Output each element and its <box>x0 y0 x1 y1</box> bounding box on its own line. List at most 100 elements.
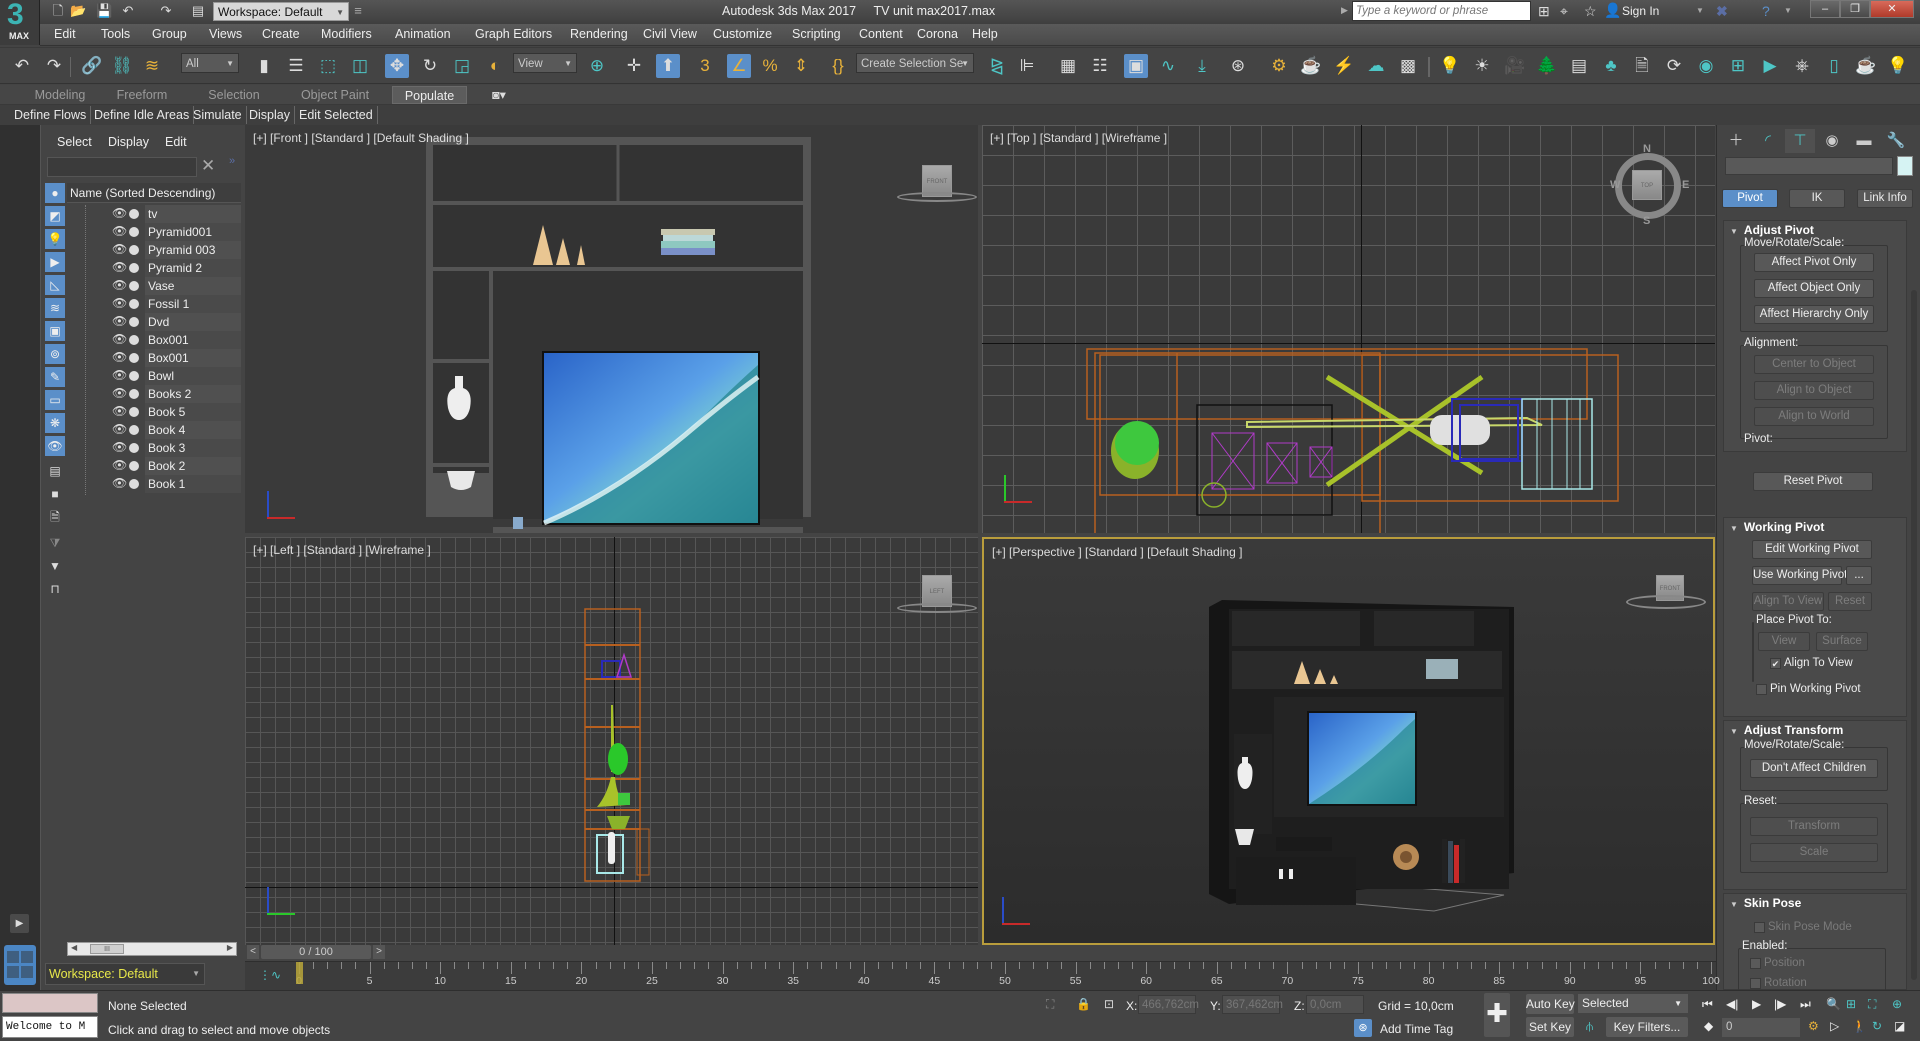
menu-civil-view[interactable]: Civil View <box>643 27 697 41</box>
render-setup-icon[interactable]: ⚙ <box>1267 54 1291 78</box>
zoom-icon[interactable]: 🔍 <box>1826 997 1841 1011</box>
define-idle-areas-button[interactable]: Define Idle Areas <box>90 106 195 124</box>
list-item[interactable]: 👁 Bowl <box>67 367 241 385</box>
list-item[interactable]: 👁 Books 2 <box>67 385 241 403</box>
previous-frame-button[interactable]: < <box>247 945 259 959</box>
tree-icon[interactable]: ♣ <box>1599 54 1623 78</box>
display-cameras-icon[interactable]: ▶ <box>45 252 65 272</box>
display-button[interactable]: Display <box>245 106 295 124</box>
workspace-dropdown[interactable]: Workspace: Default ▼ <box>213 2 349 21</box>
freeze-icon[interactable] <box>129 371 139 381</box>
z-coordinate-field[interactable]: 0,0cm <box>1306 995 1364 1014</box>
list-item[interactable]: 👁 Book 2 <box>67 457 241 475</box>
frame-buffer-icon[interactable]: ⊞ <box>1726 54 1750 78</box>
render-production-icon[interactable]: ⚡ <box>1332 54 1356 78</box>
key-mode-dropdown[interactable]: Selected ▼ <box>1578 994 1688 1013</box>
time-configuration-icon[interactable]: ⚙ <box>1808 1019 1819 1033</box>
menu-corona[interactable]: Corona <box>917 27 958 41</box>
orbit-icon[interactable]: ↻ <box>1872 1019 1882 1033</box>
zoom-extents-all-icon[interactable]: ⊕ <box>1892 997 1902 1011</box>
menu-animation[interactable]: Animation <box>395 27 451 41</box>
undo-icon[interactable]: ↶ <box>10 54 34 78</box>
freeze-icon[interactable] <box>129 317 139 327</box>
tab-populate[interactable]: Populate <box>392 86 467 104</box>
object-name[interactable]: Book 1 <box>145 475 241 493</box>
mini-curve-editor-icon[interactable]: ⋮∿ <box>259 968 281 982</box>
bind-space-warp-icon[interactable]: ≋ <box>140 54 164 78</box>
ribbon-options-icon[interactable]: ◙▾ <box>484 86 514 104</box>
absolute-mode-icon[interactable]: ⊡ <box>1104 997 1114 1011</box>
default-tangent-icon[interactable]: ⫛ <box>1586 1019 1593 1034</box>
explorer-more-icon[interactable]: » <box>229 155 235 167</box>
snaps-toggle-icon[interactable]: 3 <box>693 54 717 78</box>
object-name[interactable]: Book 4 <box>145 421 241 439</box>
teapot-icon[interactable]: ☕ <box>1854 54 1878 78</box>
zoom-all-icon[interactable]: ⊞ <box>1846 997 1856 1011</box>
maxscript-listener-output[interactable] <box>2 993 98 1013</box>
maxscript-mini-listener[interactable]: Welcome to M <box>2 1016 98 1038</box>
explorer-menu-display[interactable]: Display <box>108 135 149 149</box>
material-editor-icon[interactable]: ⊛ <box>1226 54 1250 78</box>
eye-icon[interactable]: 👁 <box>112 224 127 238</box>
freeze-icon[interactable] <box>129 227 139 237</box>
list-item[interactable]: 👁 Fossil 1 <box>67 295 241 313</box>
eye-icon[interactable]: 👁 <box>112 350 127 364</box>
selection-lock-icon[interactable]: 🔒 <box>1076 997 1091 1011</box>
restore-button[interactable]: ❐ <box>1840 0 1870 18</box>
object-name[interactable]: Box001 <box>145 349 241 367</box>
layer-explorer-icon[interactable]: ▦ <box>1056 54 1080 78</box>
add-time-tag-button[interactable]: Add Time Tag <box>1380 1022 1453 1036</box>
previous-key-icon[interactable]: ◀| <box>1726 997 1738 1011</box>
hierarchy-tab-icon[interactable]: ⊤ <box>1785 129 1815 153</box>
select-manipulate-icon[interactable]: ✛ <box>622 54 646 78</box>
viewport-top-label[interactable]: [+] [Top ] [Standard ] [Wireframe ] <box>990 131 1167 145</box>
freeze-icon[interactable] <box>129 245 139 255</box>
freeze-icon[interactable] <box>129 443 139 453</box>
walk-through-icon[interactable]: 🚶 <box>1852 1019 1867 1033</box>
eye-icon[interactable]: 👁 <box>112 368 127 382</box>
auto-key-button[interactable]: Auto Key <box>1526 994 1575 1014</box>
list-item[interactable]: 👁 Book 4 <box>67 421 241 439</box>
select-by-name-icon[interactable]: ☰ <box>284 54 308 78</box>
object-name[interactable]: Fossil 1 <box>145 295 241 313</box>
display-bones-icon[interactable]: ✎ <box>45 367 65 387</box>
selection-filter-dropdown[interactable]: All ▼ <box>181 53 239 73</box>
reset-pivot-button[interactable]: Reset Pivot <box>1753 472 1873 491</box>
rotate-cycle-icon[interactable]: ⟳ <box>1662 54 1686 78</box>
tab-object-paint[interactable]: Object Paint <box>290 86 380 104</box>
scene-explorer-toggle-icon[interactable]: ▣ <box>1124 54 1148 78</box>
explorer-workspace-dropdown[interactable]: Workspace: Default ▼ <box>45 963 205 985</box>
freeze-icon[interactable] <box>129 209 139 219</box>
display-geometry-icon[interactable]: ● <box>45 183 65 203</box>
rollout-header[interactable]: ▼ Skin Pose <box>1730 896 1801 910</box>
communication-center-icon[interactable]: ⌖ <box>1560 3 1568 20</box>
freeze-icon[interactable] <box>129 407 139 417</box>
viewcube-ring[interactable] <box>1626 595 1706 609</box>
eye-icon[interactable]: 👁 <box>112 476 127 490</box>
rotation-checkbox[interactable] <box>1750 978 1761 989</box>
eye-icon[interactable]: 👁 <box>112 458 127 472</box>
menu-create[interactable]: Create <box>262 27 300 41</box>
object-name[interactable]: Bowl <box>145 367 241 385</box>
align-to-view-checkbox[interactable]: ✔ <box>1770 658 1781 669</box>
reset-scale-button[interactable]: Scale <box>1750 843 1878 862</box>
time-tag-icon[interactable]: ⊛ <box>1354 1019 1372 1037</box>
viewport-perspective[interactable]: [+] [Perspective ] [Standard ] [Default … <box>982 537 1715 945</box>
list-item[interactable]: 👁 Book 1 <box>67 475 241 493</box>
affect-object-only-button[interactable]: Affect Object Only <box>1754 279 1874 298</box>
schematic-view-icon[interactable]: ⤓ <box>1190 54 1214 78</box>
list-item[interactable]: 👁 Pyramid 003 <box>67 241 241 259</box>
current-frame-field[interactable]: 0 <box>1722 1018 1800 1037</box>
display-hidden-icon[interactable]: 👁 <box>45 436 65 456</box>
freeze-icon[interactable] <box>129 353 139 363</box>
center-to-object-button[interactable]: Center to Object <box>1754 355 1874 374</box>
panel-toggle-icon[interactable]: ▯ <box>1822 54 1846 78</box>
display-all-icon[interactable]: ■ <box>45 484 65 504</box>
timeline-ticks[interactable]: 0510152025303540455055606570758085909510… <box>296 962 1720 991</box>
select-and-scale-icon[interactable]: ◲ <box>450 54 474 78</box>
list-item[interactable]: 👁 Box001 <box>67 349 241 367</box>
open-file-icon[interactable]: 📂 <box>70 3 86 19</box>
new-file-icon[interactable]: 🗋 <box>50 3 66 19</box>
viewport-front[interactable]: [+] [Front ] [Standard ] [Default Shadin… <box>245 125 978 533</box>
viewport-perspective-label[interactable]: [+] [Perspective ] [Standard ] [Default … <box>992 545 1242 559</box>
